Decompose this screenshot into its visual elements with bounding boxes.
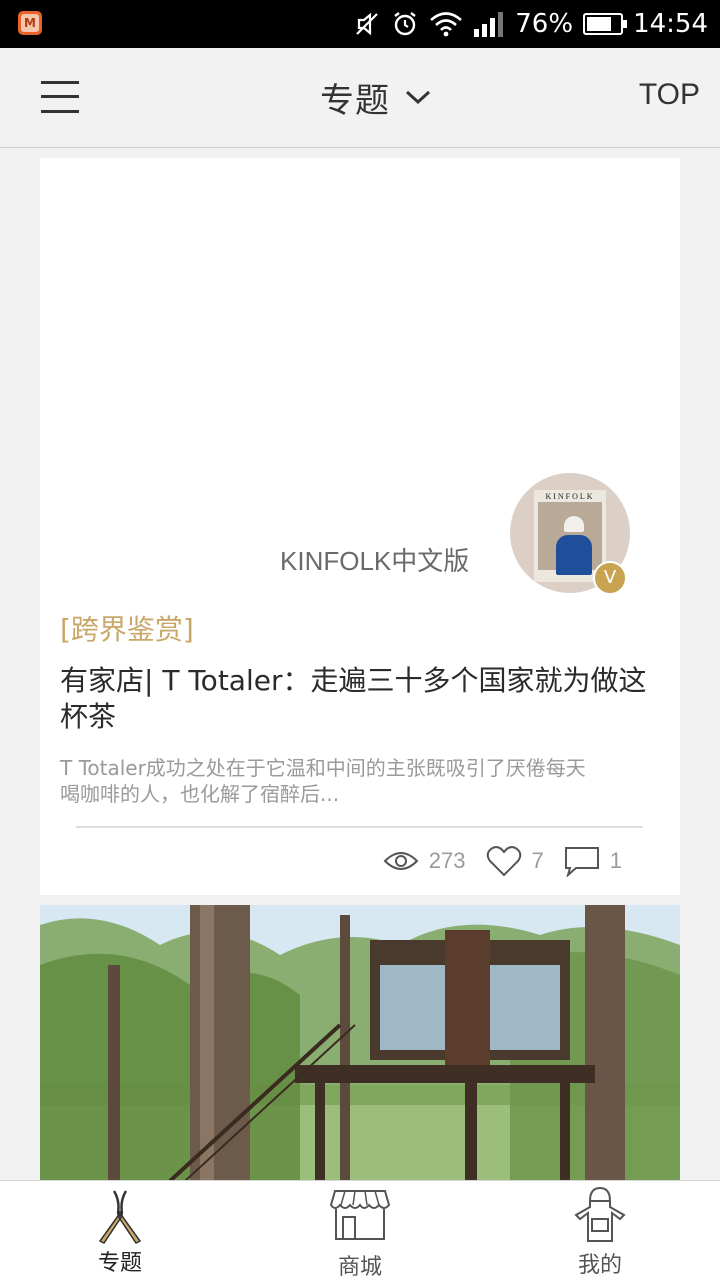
comments-count: 1 [609, 848, 622, 873]
top-nav-bar: 专题 TOP [0, 48, 720, 148]
app-icon: M [18, 11, 42, 35]
article-title[interactable]: 有家店| T Totaler：走遍三十多个国家就为做这杯茶 [60, 663, 665, 735]
battery-percent: 76% [515, 9, 574, 39]
cover-masthead: KINFOLK [545, 492, 595, 501]
signal-icon [474, 12, 504, 37]
chevron-down-icon [405, 90, 431, 105]
comment-button[interactable]: 1 [564, 845, 622, 877]
comment-icon [564, 847, 599, 877]
hamburger-icon[interactable] [41, 79, 79, 115]
pruning-shears-icon [98, 1190, 142, 1244]
divider [76, 826, 643, 828]
eye-icon [383, 852, 419, 870]
wifi-icon [430, 12, 463, 37]
bottom-tab-bar: 专题 商城 我的 [0, 1180, 720, 1281]
mute-icon [356, 12, 379, 36]
likes-count: 7 [531, 848, 544, 873]
tab-label-mine: 我的 [577, 1253, 622, 1278]
battery-icon [583, 13, 628, 35]
views-stat: 273 [383, 848, 466, 874]
top-button[interactable]: TOP [639, 78, 700, 112]
tab-mine[interactable]: 我的 [520, 1181, 680, 1281]
article-card[interactable]: KINFOLK中文版 KINFOLK V [跨界鉴赏] 有家店| T Total… [40, 158, 680, 895]
verified-badge: V [593, 561, 627, 595]
tab-label-shop: 商城 [337, 1255, 382, 1280]
article-cover-image[interactable] [40, 905, 680, 1181]
treehouse-photo [40, 905, 680, 1181]
article-summary: T Totaler成功之处在于它温和中间的主张既吸引了厌倦每天喝咖啡的人，也化解… [60, 756, 586, 806]
views-count: 273 [428, 848, 466, 873]
apron-icon [574, 1186, 626, 1242]
like-button[interactable]: 7 [486, 845, 544, 877]
article-stats: 273 7 1 [363, 844, 622, 878]
status-icons: 76% 14:54 [353, 0, 708, 48]
section-title-dropdown[interactable]: 专题 [320, 72, 432, 122]
page-title: 专题 [320, 80, 390, 121]
tab-shop[interactable]: 商城 [280, 1181, 440, 1281]
alarm-icon [394, 12, 416, 36]
status-bar: M 76% 14:54 [0, 0, 720, 48]
tab-label-topics: 专题 [97, 1251, 142, 1276]
heart-icon [486, 846, 521, 877]
clock: 14:54 [633, 9, 708, 39]
article-category[interactable]: [跨界鉴赏] [60, 608, 194, 648]
author-name[interactable]: KINFOLK中文版 [280, 541, 469, 578]
storefront-icon [329, 1190, 391, 1240]
tab-topics[interactable]: 专题 [40, 1181, 200, 1281]
